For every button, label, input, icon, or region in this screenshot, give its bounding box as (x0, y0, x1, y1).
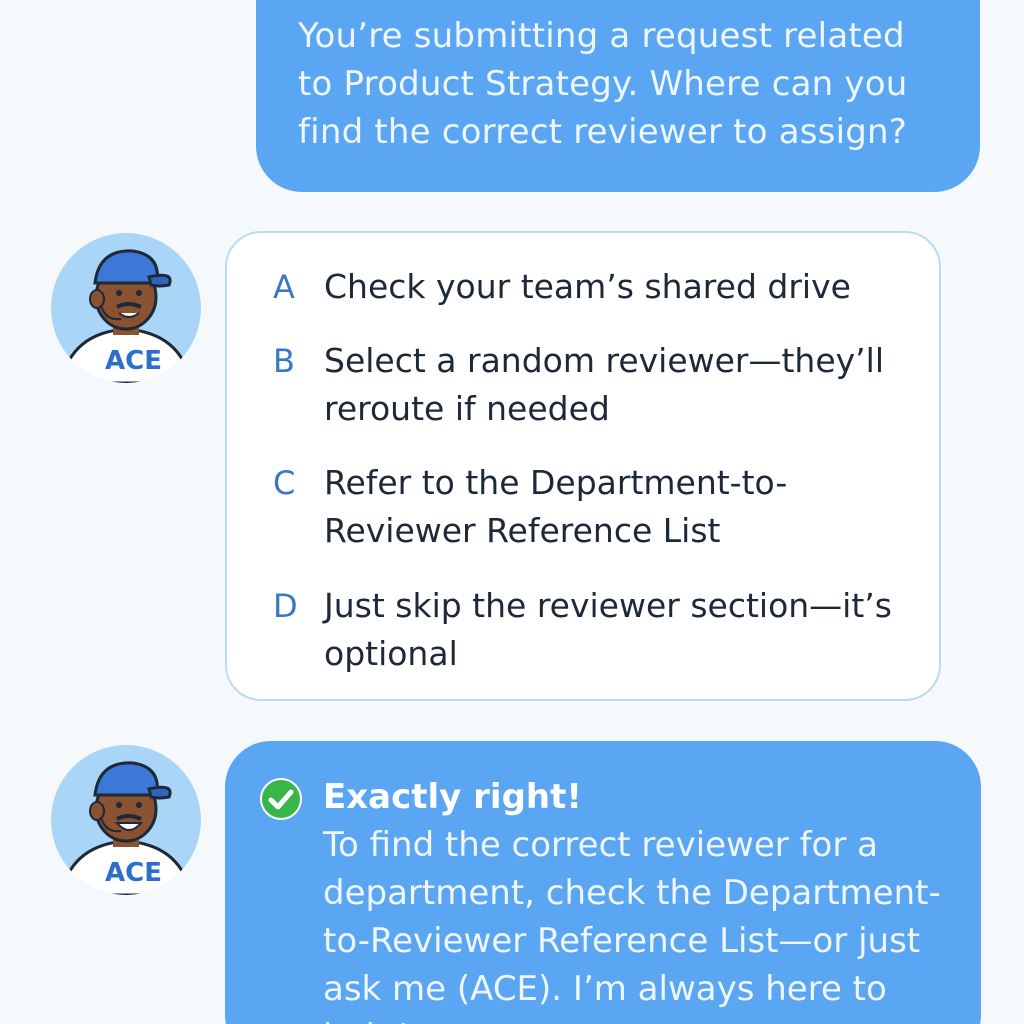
feedback-bubble: Exactly right! To find the correct revie… (225, 741, 981, 1024)
option-text: Select a random reviewer—they’ll reroute… (324, 341, 885, 428)
ace-avatar: ACE (51, 233, 201, 383)
option-text: Refer to the Department-to-Reviewer Refe… (324, 463, 788, 550)
option-letter: B (273, 342, 295, 380)
feedback-body: To find the correct reviewer for a depar… (323, 825, 941, 1024)
avatar-label: ACE (105, 858, 162, 888)
question-text: You’re submitting a request related to P… (298, 16, 908, 152)
user-question-bubble: You’re submitting a request related to P… (256, 0, 980, 192)
avatar-label: ACE (105, 346, 162, 376)
option-letter: C (273, 464, 296, 502)
answer-options-card: A Check your team’s shared drive B Selec… (225, 231, 941, 701)
chat-screen: You’re submitting a request related to P… (0, 0, 1024, 1024)
option-text: Check your team’s shared drive (324, 267, 851, 306)
feedback-title: Exactly right! (323, 777, 582, 817)
ace-avatar: ACE (51, 745, 201, 895)
option-letter: A (273, 268, 295, 306)
option-text: Just skip the reviewer section—it’s opti… (324, 586, 892, 673)
check-circle-icon (260, 778, 302, 820)
option-letter: D (273, 587, 298, 625)
